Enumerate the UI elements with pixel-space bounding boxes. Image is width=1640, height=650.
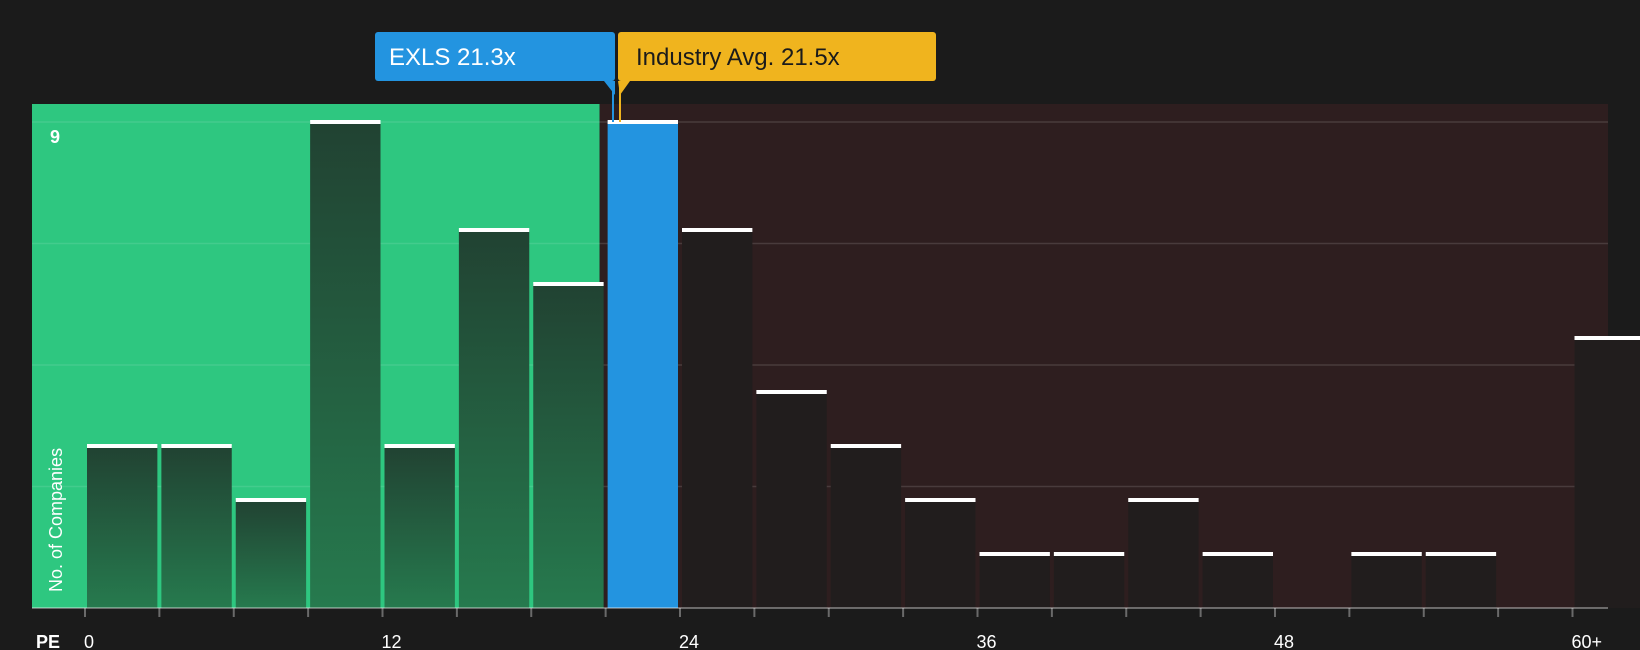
histogram-bar xyxy=(1053,554,1125,608)
y-tick-label: 9 xyxy=(50,127,60,147)
histogram-bar xyxy=(905,500,976,608)
histogram-bar xyxy=(235,500,307,608)
x-tick-label: 48 xyxy=(1274,632,1294,650)
histogram-bar xyxy=(682,230,753,608)
bar-cap xyxy=(1574,336,1640,340)
bar-cap xyxy=(384,444,455,448)
x-tick-label: 0 xyxy=(84,632,94,650)
histogram-bar-highlight xyxy=(607,122,678,608)
bar-cap xyxy=(682,228,753,232)
bar-cap xyxy=(1128,498,1199,502)
histogram-bar xyxy=(458,230,530,608)
histogram-bar xyxy=(161,446,232,608)
x-axis-label: PE xyxy=(36,632,60,650)
bar-cap xyxy=(458,228,530,232)
histogram-bar xyxy=(533,284,604,608)
bar-cap xyxy=(310,120,381,124)
x-tick-label: 12 xyxy=(382,632,402,650)
bar-cap xyxy=(235,498,307,502)
histogram-bar xyxy=(1574,338,1640,608)
bar-cap xyxy=(607,120,678,124)
x-tick-label: 60+ xyxy=(1572,632,1603,650)
bar-cap xyxy=(161,444,232,448)
bar-cap xyxy=(979,552,1050,556)
x-tick-label: 36 xyxy=(977,632,997,650)
y-axis-label: No. of Companies xyxy=(46,448,66,592)
bar-cap xyxy=(830,444,902,448)
x-tick-label: 24 xyxy=(679,632,699,650)
bar-cap xyxy=(756,390,827,394)
bar-cap xyxy=(1053,552,1125,556)
bar-cap xyxy=(1202,552,1273,556)
histogram-bar xyxy=(756,392,827,608)
industry-callout-label: Industry Avg. 21.5x xyxy=(636,44,840,71)
histogram-bar xyxy=(1425,554,1497,608)
pe-distribution-chart: 9 No. of Companies PE 0 12 24 36 48 60+ EXLS … xyxy=(32,32,1640,650)
histogram-bar xyxy=(979,554,1050,608)
bar-cap xyxy=(905,498,976,502)
histogram-bar xyxy=(1202,554,1273,608)
bar-cap xyxy=(533,282,604,286)
histogram-bar xyxy=(1128,500,1199,608)
bar-cap xyxy=(1351,552,1422,556)
histogram-bar xyxy=(1351,554,1422,608)
company-callout-label: EXLS 21.3x xyxy=(389,44,516,71)
x-axis xyxy=(32,607,1608,617)
bar-cap xyxy=(87,444,158,448)
histogram-bar xyxy=(87,446,158,608)
histogram-bar xyxy=(310,122,381,608)
bar-cap xyxy=(1425,552,1497,556)
x-tick-labels: 0 12 24 36 48 60+ xyxy=(84,632,1602,650)
histogram-bar xyxy=(830,446,902,608)
histogram-bar xyxy=(384,446,455,608)
